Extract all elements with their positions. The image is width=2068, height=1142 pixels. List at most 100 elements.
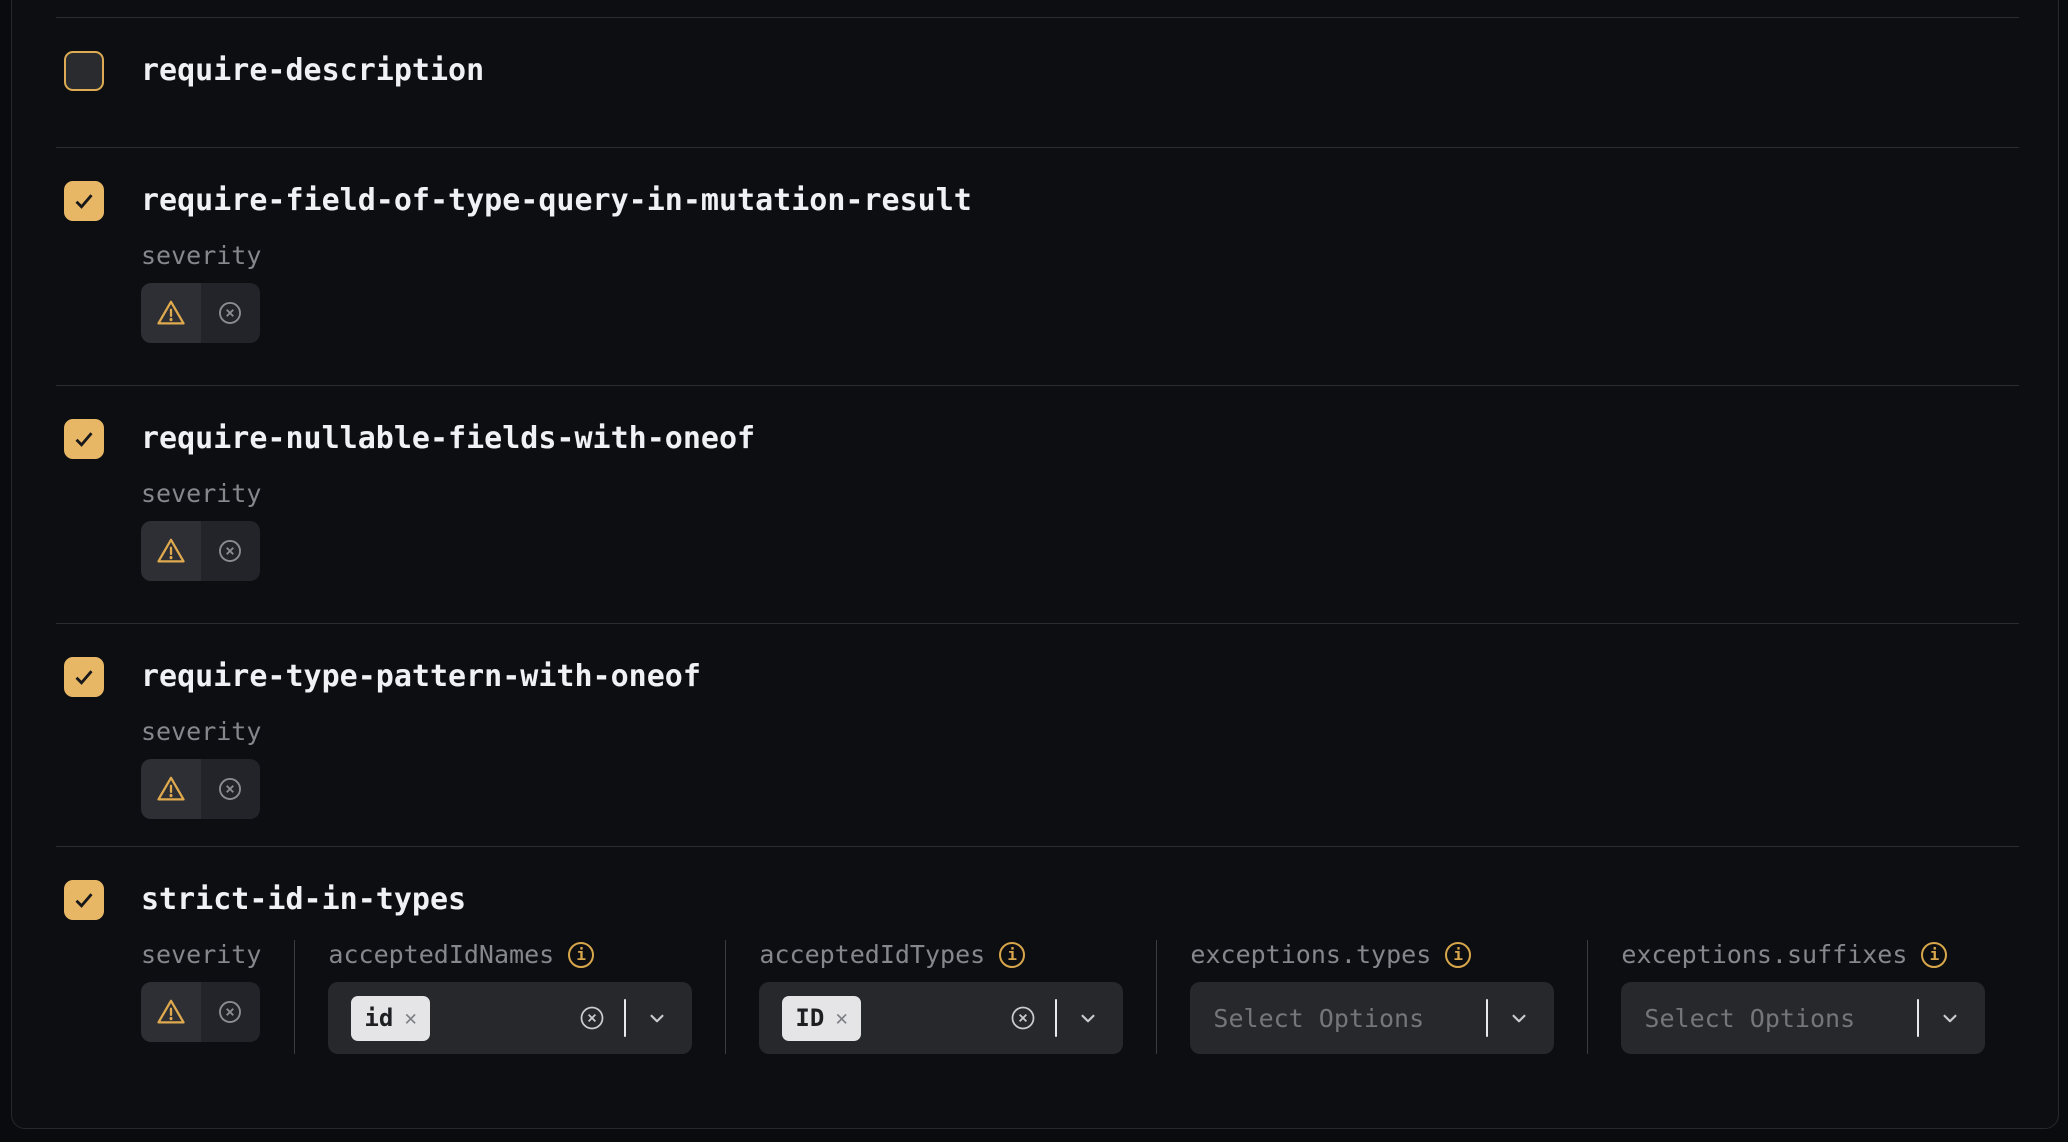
severity-warn-button[interactable] (141, 759, 201, 819)
rules-settings-page: require-description require-field-of-typ… (0, 0, 2068, 1142)
circle-x-icon (216, 537, 244, 565)
checkmark-icon (71, 887, 97, 913)
select-placeholder: Select Options (1213, 1004, 1424, 1033)
select-divider (1486, 999, 1488, 1037)
info-icon[interactable]: i (1445, 942, 1471, 968)
field-accepted-id-types: acceptedIdTypes i ID ✕ (759, 940, 1123, 1054)
multiselect-accepted-id-types[interactable]: ID ✕ (759, 982, 1123, 1054)
checkmark-icon (71, 188, 97, 214)
rule-item: require-field-of-type-query-in-mutation-… (12, 148, 2058, 385)
severity-column: severity (141, 940, 261, 1054)
rule-item: require-description (12, 18, 2058, 147)
field-label: exceptions.types i (1190, 940, 1554, 970)
severity-label: severity (141, 479, 2018, 509)
chevron-down-icon[interactable] (1075, 1005, 1101, 1031)
field-label-text: exceptions.suffixes (1621, 940, 1907, 970)
column-divider (1156, 940, 1157, 1054)
field-label: acceptedIdNames i (328, 940, 692, 970)
clear-selection-button[interactable] (578, 1004, 606, 1032)
field-accepted-id-names: acceptedIdNames i id ✕ (328, 940, 692, 1054)
chip-value: ID (795, 996, 824, 1041)
column-divider (1587, 940, 1588, 1054)
checkmark-icon (71, 426, 97, 452)
severity-warn-button[interactable] (141, 982, 201, 1042)
checkmark-icon (71, 664, 97, 690)
rule-name: require-type-pattern-with-oneof (141, 657, 701, 697)
rule-header: require-field-of-type-query-in-mutation-… (64, 181, 2018, 221)
severity-off-button[interactable] (201, 283, 261, 343)
clear-icon (578, 1004, 606, 1032)
severity-off-button[interactable] (201, 521, 261, 581)
select-placeholder: Select Options (1644, 1004, 1855, 1033)
rule-header: strict-id-in-types (64, 880, 2018, 920)
warning-icon (155, 535, 187, 567)
select-divider (1055, 999, 1057, 1037)
rule-header: require-type-pattern-with-oneof (64, 657, 2018, 697)
info-icon[interactable]: i (999, 942, 1025, 968)
rule-checkbox[interactable] (64, 51, 104, 91)
severity-toggle (141, 759, 260, 819)
rule-options: severity (141, 479, 2018, 581)
chevron-down-icon[interactable] (1506, 1005, 1532, 1031)
info-icon[interactable]: i (568, 942, 594, 968)
severity-warn-button[interactable] (141, 283, 201, 343)
field-label-text: acceptedIdNames (328, 940, 554, 970)
severity-toggle (141, 521, 260, 581)
circle-x-icon (216, 998, 244, 1026)
field-exceptions-suffixes: exceptions.suffixes i Select Options (1621, 940, 1985, 1054)
severity-off-button[interactable] (201, 759, 261, 819)
rule-name: strict-id-in-types (141, 880, 466, 920)
selected-value-chip: ID ✕ (782, 996, 861, 1041)
select-divider (1917, 999, 1919, 1037)
field-exceptions-types: exceptions.types i Select Options (1190, 940, 1554, 1054)
circle-x-icon (216, 775, 244, 803)
column-divider (725, 940, 726, 1054)
circle-x-icon (216, 299, 244, 327)
rule-item: require-type-pattern-with-oneof severity (12, 624, 2058, 846)
multiselect-exceptions-types[interactable]: Select Options (1190, 982, 1554, 1054)
rule-checkbox[interactable] (64, 880, 104, 920)
rule-header: require-description (64, 51, 2018, 91)
rule-options: severity (141, 717, 2018, 819)
rule-checkbox[interactable] (64, 181, 104, 221)
severity-toggle (141, 283, 260, 343)
clear-selection-button[interactable] (1009, 1004, 1037, 1032)
warning-icon (155, 297, 187, 329)
selected-value-chip: id ✕ (351, 996, 430, 1041)
multiselect-exceptions-suffixes[interactable]: Select Options (1621, 982, 1985, 1054)
field-label: acceptedIdTypes i (759, 940, 1123, 970)
severity-label: severity (141, 717, 2018, 747)
chip-value: id (364, 996, 393, 1041)
rule-checkbox[interactable] (64, 419, 104, 459)
rule-name: require-field-of-type-query-in-mutation-… (141, 181, 972, 221)
rule-item: require-nullable-fields-with-oneof sever… (12, 386, 2058, 623)
severity-off-button[interactable] (201, 982, 261, 1042)
chip-remove-icon[interactable]: ✕ (404, 1006, 417, 1030)
field-label: exceptions.suffixes i (1621, 940, 1985, 970)
severity-label: severity (141, 940, 261, 970)
column-divider (294, 940, 295, 1054)
field-label-text: acceptedIdTypes (759, 940, 985, 970)
multiselect-accepted-id-names[interactable]: id ✕ (328, 982, 692, 1054)
info-icon[interactable]: i (1921, 942, 1947, 968)
rule-name: require-description (141, 51, 484, 91)
warning-icon (155, 773, 187, 805)
card-top-spacer (12, 0, 2058, 17)
severity-label: severity (141, 241, 2018, 271)
rules-panel: require-description require-field-of-typ… (11, 0, 2059, 1129)
warning-icon (155, 996, 187, 1028)
rule-header: require-nullable-fields-with-oneof (64, 419, 2018, 459)
severity-warn-button[interactable] (141, 521, 201, 581)
chip-remove-icon[interactable]: ✕ (835, 1006, 848, 1030)
rule-options: severity acceptedIdNames (141, 940, 2018, 1054)
select-divider (624, 999, 626, 1037)
field-label-text: exceptions.types (1190, 940, 1431, 970)
rule-item: strict-id-in-types severity (12, 847, 2058, 1126)
rule-options: severity (141, 241, 2018, 343)
clear-icon (1009, 1004, 1037, 1032)
rule-name: require-nullable-fields-with-oneof (141, 419, 755, 459)
rule-checkbox[interactable] (64, 657, 104, 697)
severity-toggle (141, 982, 260, 1042)
chevron-down-icon[interactable] (644, 1005, 670, 1031)
chevron-down-icon[interactable] (1937, 1005, 1963, 1031)
